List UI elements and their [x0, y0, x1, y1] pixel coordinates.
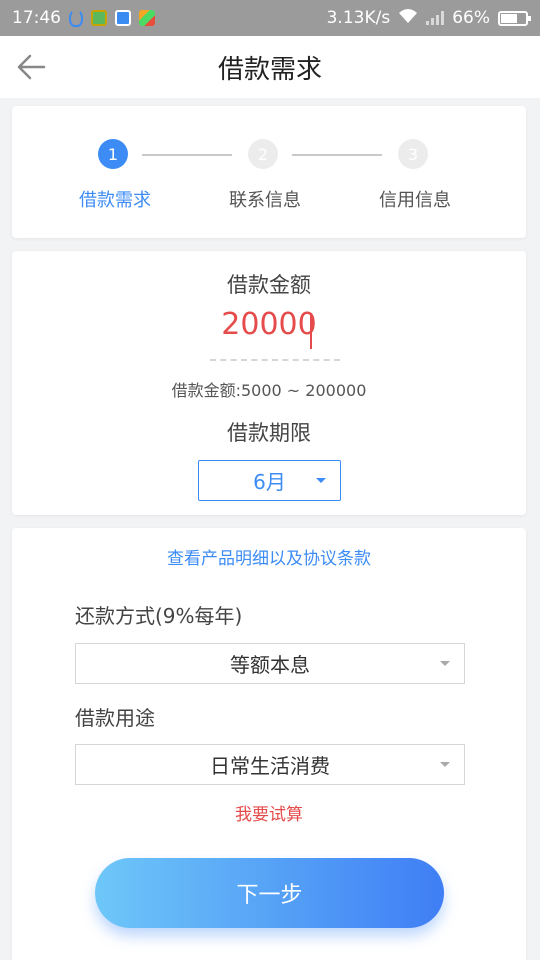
repayment-card: 查看产品明细以及协议条款 还款方式(9%每年) 等额本息 借款用途 日常生活消费…: [12, 528, 526, 960]
amount-underline: [210, 359, 340, 361]
chevron-down-icon: [440, 762, 450, 767]
loan-purpose-select[interactable]: 日常生活消费: [75, 744, 465, 785]
battery-percent: 66%: [452, 8, 490, 28]
step-2-label: 联系信息: [229, 190, 301, 211]
battery-fill: [501, 13, 517, 23]
purpose-selected-value: 日常生活消费: [210, 754, 330, 778]
amount-input[interactable]: [169, 307, 369, 342]
terms-link[interactable]: 查看产品明细以及协议条款: [12, 544, 526, 569]
chevron-down-icon: [440, 661, 450, 666]
step-connector: [292, 154, 382, 156]
wifi-icon: [398, 8, 418, 28]
amount-label: 借款金额: [227, 273, 311, 297]
step-1-circle: 1: [98, 139, 128, 169]
battery-icon: [498, 10, 531, 26]
progress-stepper: 1 2 3 借款需求 联系信息 信用信息: [12, 106, 526, 238]
next-step-button[interactable]: 下一步: [95, 858, 444, 928]
chevron-down-icon: [316, 478, 326, 483]
amount-input-wrap: [12, 307, 526, 342]
notification-app-icon: [91, 10, 107, 26]
text-caret: [310, 313, 312, 349]
scan-app-icon: [115, 10, 131, 26]
trial-calculation-link[interactable]: 我要试算: [12, 800, 526, 825]
repayment-selected-value: 等额本息: [230, 653, 310, 677]
loan-purpose-label: 借款用途: [75, 706, 155, 730]
term-label: 借款期限: [227, 421, 311, 445]
step-3-circle: 3: [398, 139, 428, 169]
loan-amount-card: 借款金额 借款金额:5000 ~ 200000 借款期限 6月: [12, 251, 526, 515]
status-bar: 17:46 3.13K/s 66%: [0, 0, 540, 36]
page-title: 借款需求: [217, 54, 322, 85]
step-2-circle: 2: [248, 139, 278, 169]
term-select[interactable]: 6月: [198, 460, 341, 501]
network-speed: 3.13K/s: [326, 8, 391, 28]
step-connector: [142, 154, 232, 156]
repayment-method-select[interactable]: 等额本息: [75, 643, 465, 684]
header: 借款需求: [0, 36, 540, 98]
signal-icon: [426, 11, 445, 25]
notification-app-icon: [69, 9, 83, 27]
step-1-label: 借款需求: [79, 190, 151, 211]
back-arrow-icon[interactable]: [14, 50, 48, 84]
amount-range-hint: 借款金额:5000 ~ 200000: [171, 381, 367, 400]
step-3-label: 信用信息: [379, 190, 451, 211]
repayment-method-label: 还款方式(9%每年): [75, 604, 243, 628]
status-time: 17:46: [12, 8, 61, 28]
term-selected-value: 6月: [253, 470, 286, 494]
notification-app-icon: [139, 10, 155, 26]
